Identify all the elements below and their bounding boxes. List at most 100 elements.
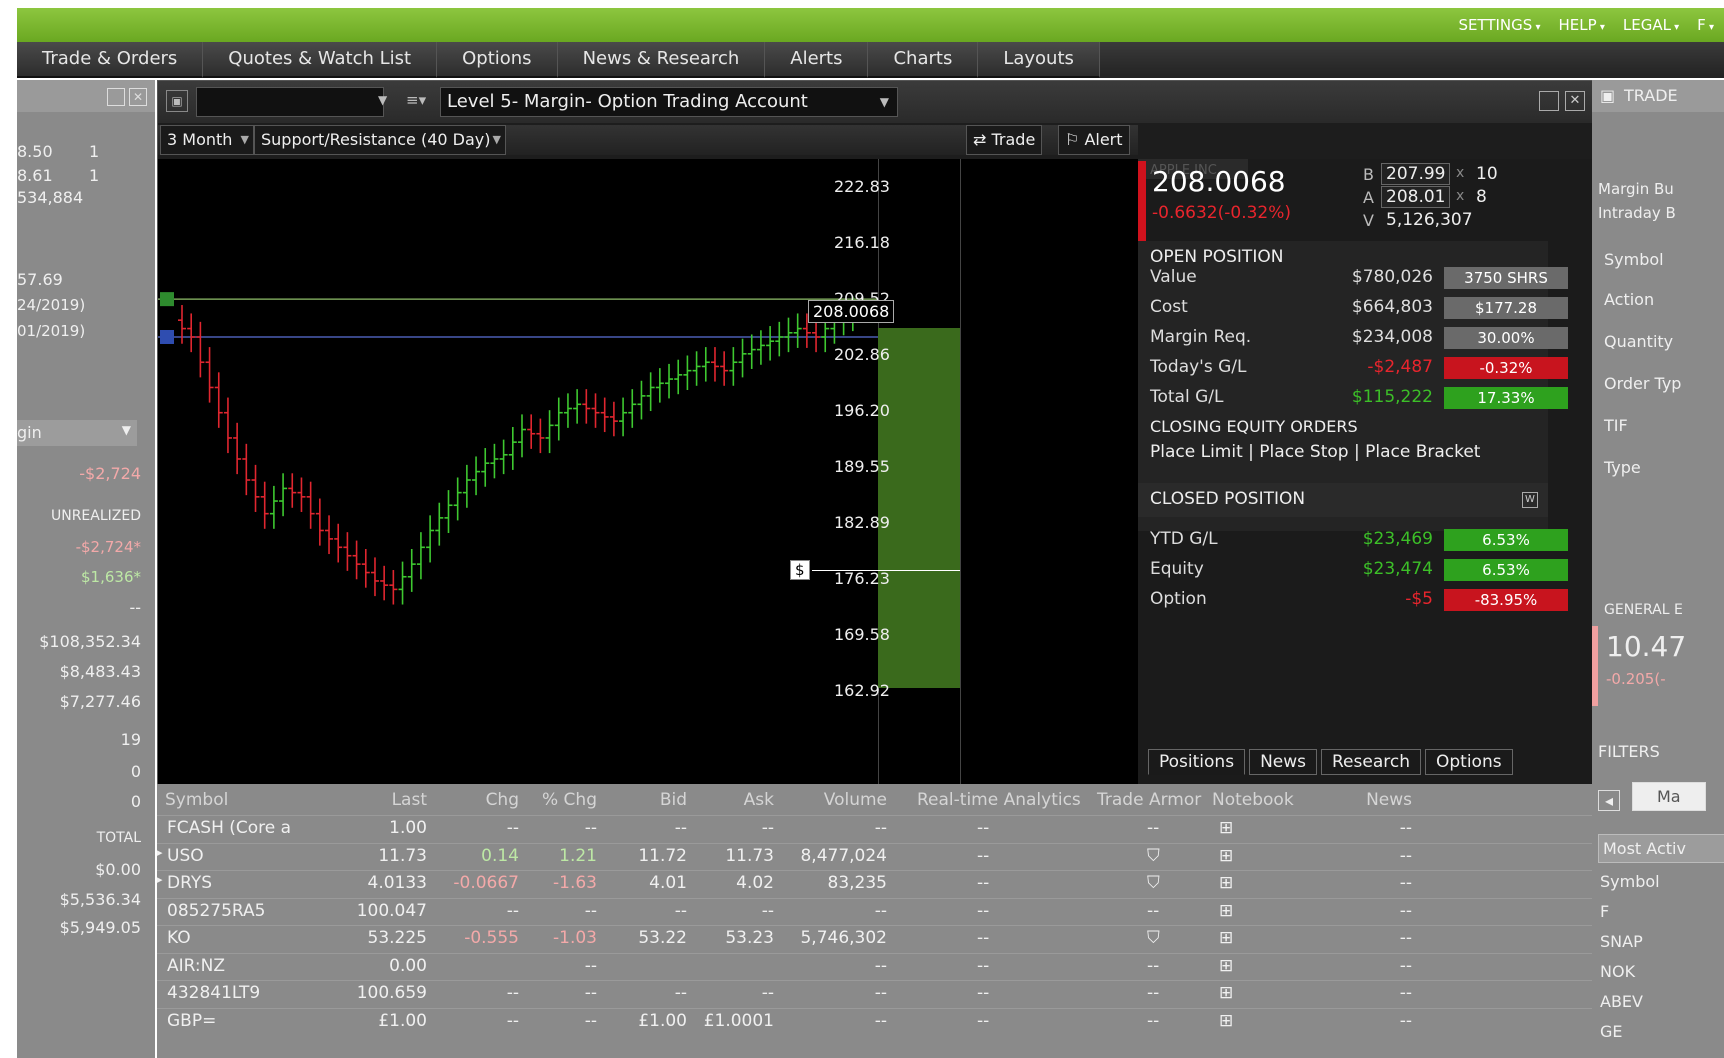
chevron-down-icon[interactable]: ▼	[378, 93, 387, 107]
minimize-icon[interactable]	[1539, 91, 1559, 111]
right-panel: ▣ TRADE Margin Bu Intraday B Symbol Acti…	[1592, 80, 1724, 1058]
row-value: $664,803	[1351, 297, 1433, 317]
row-badge: 3750 SHRS	[1444, 267, 1568, 289]
ask-label: A	[1363, 188, 1374, 207]
table-cell: 4.01	[649, 873, 687, 893]
column-header[interactable]: Symbol	[165, 790, 228, 810]
left-count-3: 0	[130, 792, 141, 811]
trade-button[interactable]: ⇄ Trade	[966, 125, 1043, 155]
place-stop-link[interactable]: Place Stop	[1259, 442, 1348, 462]
notebook-add-icon[interactable]: ⊞	[1219, 956, 1233, 976]
place-bracket-link[interactable]: Place Bracket	[1365, 442, 1480, 462]
table-cell: --	[977, 845, 990, 866]
open-row-total-gl: Total G/L $115,222 17.33%	[1150, 387, 1568, 415]
column-header[interactable]: Last	[392, 790, 427, 810]
column-header[interactable]: Volume	[824, 790, 887, 810]
table-cell: 8,477,024	[800, 845, 887, 866]
table-cell: £1.0001	[703, 1010, 774, 1031]
column-header[interactable]: Bid	[660, 790, 687, 810]
table-cell: --	[1399, 818, 1412, 838]
tab-trade-orders[interactable]: Trade & Orders	[17, 42, 204, 78]
notebook-add-icon[interactable]: ⊞	[1219, 846, 1233, 866]
list-item[interactable]: F	[1600, 902, 1609, 921]
study-select[interactable]: Support/Resistance (40 Day) ▼	[254, 125, 506, 155]
notebook-add-icon[interactable]: ⊞	[1219, 928, 1233, 948]
legal-menu[interactable]: LEGAL	[1623, 16, 1679, 34]
left-dropdown[interactable]: gin ▼	[17, 420, 137, 446]
cell-symbol[interactable]: USO	[167, 846, 204, 866]
cost-basis-icon[interactable]: $	[790, 560, 810, 581]
most-active-select[interactable]: Most Activ	[1598, 834, 1724, 863]
table-cell: 0.00	[389, 955, 427, 976]
list-item[interactable]: ABEV	[1600, 992, 1643, 1011]
trade-armor-shield-icon: ⛉	[1147, 873, 1160, 893]
left-balance-1: $108,352.34	[39, 632, 141, 651]
closed-position-header: CLOSED POSITION W	[1138, 483, 1548, 517]
notebook-add-icon[interactable]: ⊞	[1219, 901, 1233, 921]
cell-symbol[interactable]: GBP=	[167, 1011, 216, 1031]
tab-news[interactable]: News	[1249, 749, 1317, 775]
cell-symbol[interactable]: FCASH (Core a	[167, 818, 291, 838]
alert-button[interactable]: ⚐ Alert	[1058, 125, 1130, 155]
more-menu[interactable]: F	[1697, 16, 1714, 34]
symbol-input[interactable]	[196, 87, 384, 117]
column-header[interactable]: Chg	[486, 790, 519, 810]
table-cell: --	[761, 818, 774, 838]
list-item[interactable]: SNAP	[1600, 932, 1643, 951]
minimize-icon[interactable]	[107, 88, 125, 106]
column-header[interactable]: % Chg	[542, 790, 597, 810]
column-header[interactable]: Ask	[744, 790, 774, 810]
notebook-add-icon[interactable]: ⊞	[1219, 983, 1233, 1003]
right-tab[interactable]: Ma	[1632, 782, 1706, 811]
column-header[interactable]: Trade Armor	[1097, 790, 1201, 810]
tab-options[interactable]: Options	[1424, 749, 1513, 775]
list-menu-icon[interactable]: ≡▾	[406, 91, 426, 109]
tab-research[interactable]: Research	[1321, 749, 1421, 775]
settings-menu[interactable]: SETTINGS	[1458, 16, 1540, 34]
tab-positions[interactable]: Positions	[1148, 749, 1246, 775]
account-select-value: Level 5- Margin- Option Trading Account	[447, 91, 808, 112]
left-total-2: $5,536.34	[59, 890, 141, 909]
period-select[interactable]: 3 Month ▼	[160, 125, 254, 155]
y-tick-label: 196.20	[834, 401, 890, 421]
expand-chevron-icon[interactable]: ▸	[157, 846, 163, 859]
notebook-add-icon[interactable]: ⊞	[1219, 1011, 1233, 1031]
prev-arrow-icon[interactable]: ◂	[1598, 790, 1620, 811]
place-limit-link[interactable]: Place Limit	[1150, 442, 1243, 462]
cell-symbol[interactable]: DRYS	[167, 873, 212, 893]
tab-options[interactable]: Options	[437, 42, 558, 78]
expand-chevron-icon[interactable]: ▸	[157, 873, 163, 886]
list-item[interactable]: GE	[1600, 1022, 1623, 1041]
left-unrealized-1: -$2,724*	[75, 538, 141, 556]
field-order-type: Order Typ	[1604, 374, 1682, 393]
filters-label: FILTERS	[1598, 742, 1660, 761]
close-icon[interactable]: ✕	[1565, 91, 1585, 111]
cell-symbol[interactable]: 432841LT9	[167, 983, 260, 1003]
table-cell: £1.00	[638, 1010, 687, 1031]
table-cell: -0.555	[464, 928, 519, 948]
left-balance-2: $8,483.43	[59, 662, 141, 681]
chart-toolbar: 3 Month ▼ Support/Resistance (40 Day) ▼ …	[158, 125, 1138, 155]
column-header[interactable]: Notebook	[1212, 790, 1294, 810]
tab-layouts[interactable]: Layouts	[978, 42, 1100, 78]
tab-news-research[interactable]: News & Research	[557, 42, 766, 78]
cell-symbol[interactable]: AIR:NZ	[167, 956, 225, 976]
row-label: Today's G/L	[1150, 357, 1247, 377]
column-header[interactable]: Real-time Analytics	[917, 790, 1081, 810]
notebook-add-icon[interactable]: ⊞	[1219, 873, 1233, 893]
table-cell: --	[874, 1010, 887, 1031]
tab-charts[interactable]: Charts	[868, 42, 979, 78]
cell-symbol[interactable]: 085275RA5	[167, 901, 265, 921]
help-menu[interactable]: HELP	[1559, 16, 1605, 34]
cell-symbol[interactable]: KO	[167, 928, 191, 948]
tab-quotes-watch-list[interactable]: Quotes & Watch List	[203, 42, 438, 78]
bid-price: 207.99	[1381, 163, 1451, 185]
list-item[interactable]: NOK	[1600, 962, 1635, 981]
column-header[interactable]: News	[1366, 790, 1412, 810]
closed-position-badge[interactable]: W	[1522, 492, 1538, 508]
close-icon[interactable]: ✕	[129, 88, 147, 106]
notebook-add-icon[interactable]: ⊞	[1219, 818, 1233, 838]
table-cell: 4.0133	[367, 873, 427, 893]
account-select[interactable]: Level 5- Margin- Option Trading Account …	[440, 87, 898, 117]
tab-alerts[interactable]: Alerts	[765, 42, 869, 78]
